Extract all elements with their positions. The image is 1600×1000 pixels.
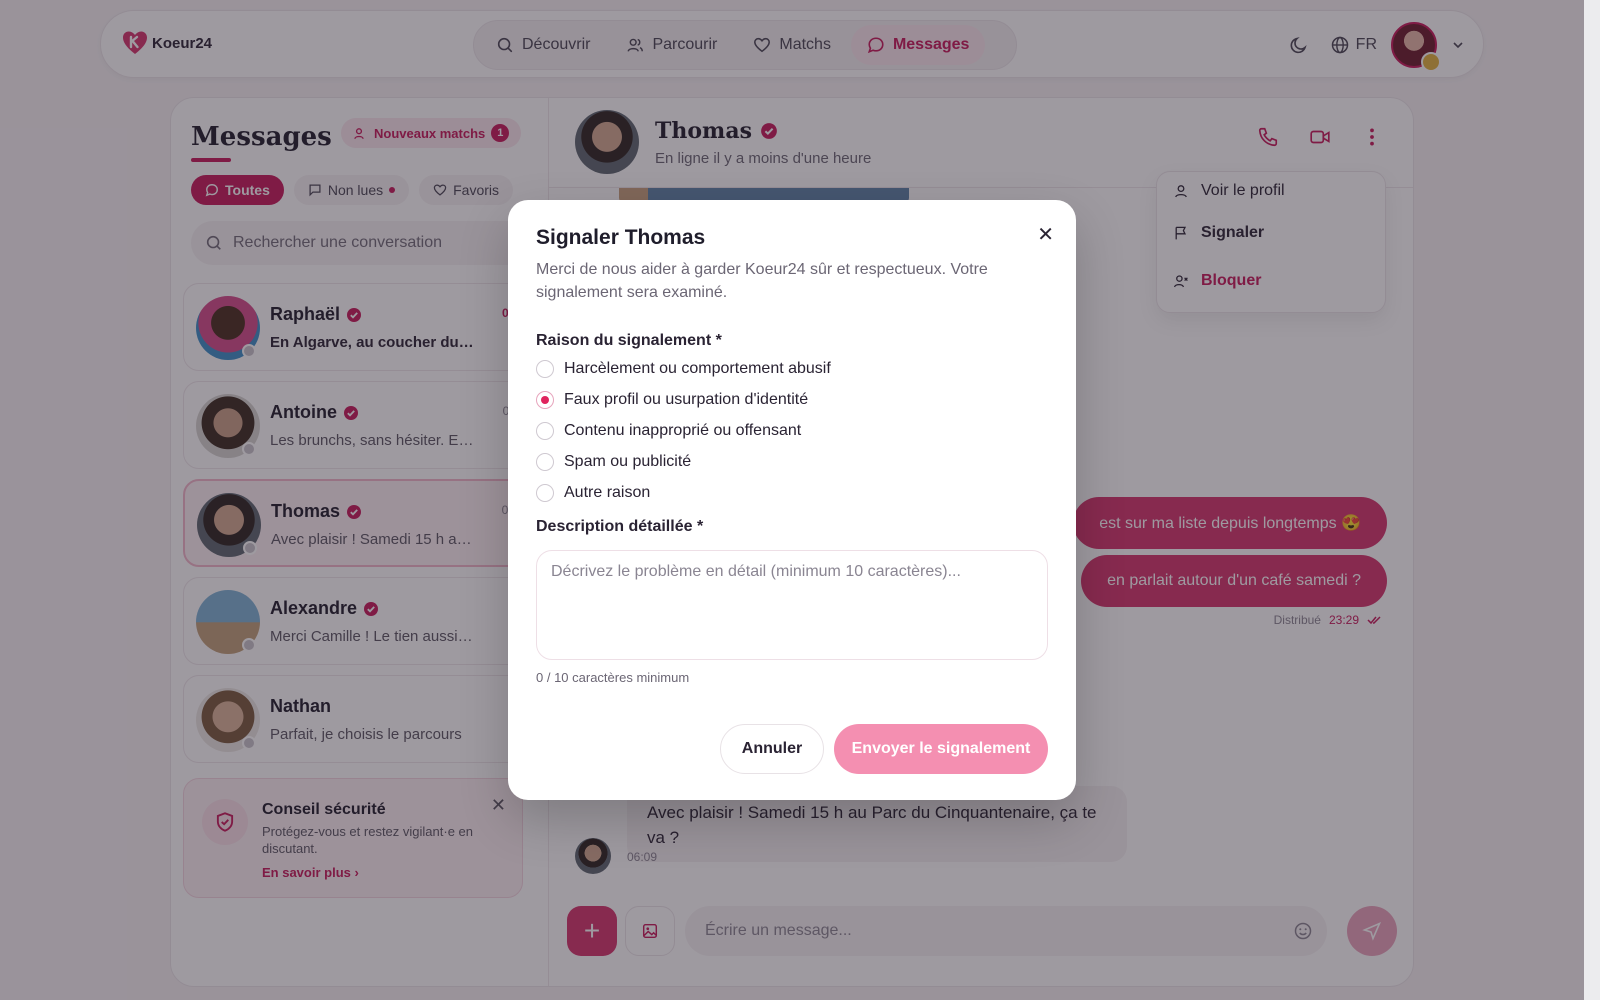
dialog-description: Merci de nous aider à garder Koeur24 sûr… bbox=[536, 261, 988, 301]
page-scrollbar[interactable] bbox=[1584, 0, 1600, 1000]
close-icon[interactable]: ✕ bbox=[1037, 222, 1054, 247]
details-textarea[interactable]: Décrivez le problème en détail (minimum … bbox=[536, 550, 1048, 660]
reason-label: Raison du signalement * bbox=[536, 332, 722, 349]
reason-option[interactable]: Harcèlement ou comportement abusif bbox=[536, 360, 831, 378]
details-label: Description détaillée * bbox=[536, 518, 704, 535]
radio-button[interactable] bbox=[536, 453, 554, 471]
details-placeholder: Décrivez le problème en détail (minimum … bbox=[551, 563, 961, 580]
dialog-title: Signaler Thomas bbox=[536, 226, 706, 249]
reason-option[interactable]: Spam ou publicité bbox=[536, 453, 691, 471]
radio-button[interactable] bbox=[536, 360, 554, 378]
radio-button[interactable] bbox=[536, 422, 554, 440]
reason-option-label: Spam ou publicité bbox=[564, 453, 692, 470]
submit-report-button[interactable]: Envoyer le signalement bbox=[834, 724, 1048, 774]
reason-option-label: Faux profil ou usurpation d'identité bbox=[564, 391, 809, 408]
radio-button-selected[interactable] bbox=[536, 391, 554, 409]
reason-option-label: Autre raison bbox=[564, 484, 651, 501]
reason-option[interactable]: Autre raison bbox=[536, 484, 650, 502]
reason-option-label: Contenu inapproprié ou offensant bbox=[564, 422, 802, 439]
reason-option[interactable]: Faux profil ou usurpation d'identité bbox=[536, 391, 808, 409]
reason-option[interactable]: Contenu inapproprié ou offensant bbox=[536, 422, 801, 440]
report-dialog: Signaler Thomas ✕ Merci de nous aider à … bbox=[508, 200, 1076, 800]
reason-option-label: Harcèlement ou comportement abusif bbox=[564, 360, 831, 377]
radio-button[interactable] bbox=[536, 484, 554, 502]
character-counter: 0 / 10 caractères minimum bbox=[536, 670, 690, 685]
cancel-button[interactable]: Annuler bbox=[720, 724, 824, 774]
